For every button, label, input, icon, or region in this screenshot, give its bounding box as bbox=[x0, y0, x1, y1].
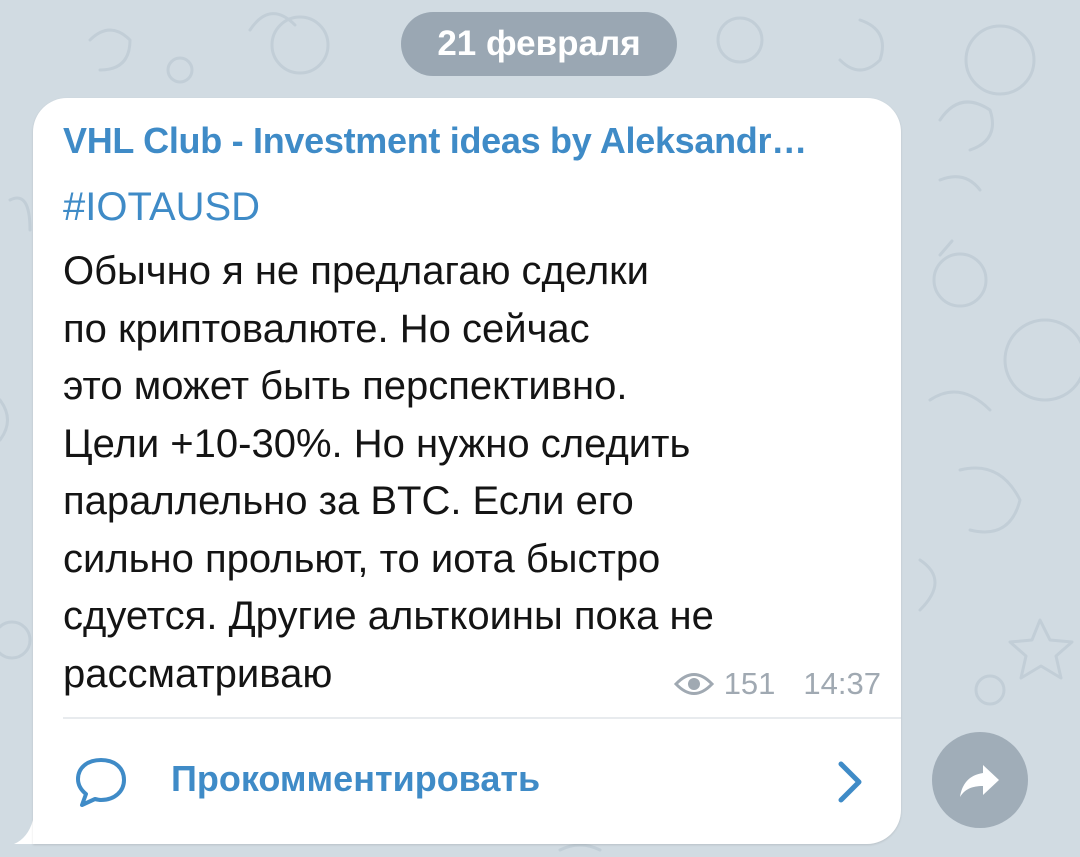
divider bbox=[63, 717, 901, 719]
message-line: по криптовалюте. Но сейчас bbox=[63, 306, 590, 351]
speech-bubble-icon bbox=[76, 758, 126, 807]
message-time: 14:37 bbox=[803, 666, 881, 701]
message-line: рассматриваю bbox=[63, 651, 333, 696]
message-line: Цели +10-30%. Но нужно следить bbox=[63, 421, 691, 466]
message-meta: 151 14:37 bbox=[673, 666, 881, 702]
message-line: сильно прольют, то иота быстро bbox=[63, 536, 661, 581]
date-separator: 21 февраля bbox=[401, 12, 677, 76]
view-count: 151 bbox=[723, 666, 776, 701]
share-button[interactable] bbox=[932, 732, 1028, 828]
share-arrow-icon bbox=[960, 765, 999, 797]
comment-button[interactable]: Прокомментировать bbox=[33, 720, 901, 842]
chevron-right-icon bbox=[838, 761, 862, 803]
channel-name[interactable]: VHL Club - Investment ideas by Aleksandr… bbox=[63, 120, 883, 162]
hashtag-link[interactable]: #IOTAUSD bbox=[63, 185, 260, 230]
message-line: это может быть перспективно. bbox=[63, 364, 628, 408]
message-line: сдуется. Другие альткоины пока не bbox=[63, 594, 714, 638]
message-line: параллельно за BTC. Если его bbox=[63, 479, 634, 523]
message-text: Обычно я не предлагаю сделки по криптова… bbox=[63, 243, 714, 703]
message-line: Обычно я не предлагаю сделки bbox=[63, 249, 649, 293]
comment-label: Прокомментировать bbox=[171, 758, 541, 799]
eye-icon bbox=[673, 673, 714, 695]
message-bubble[interactable]: VHL Club - Investment ideas by Aleksandr… bbox=[33, 98, 901, 844]
